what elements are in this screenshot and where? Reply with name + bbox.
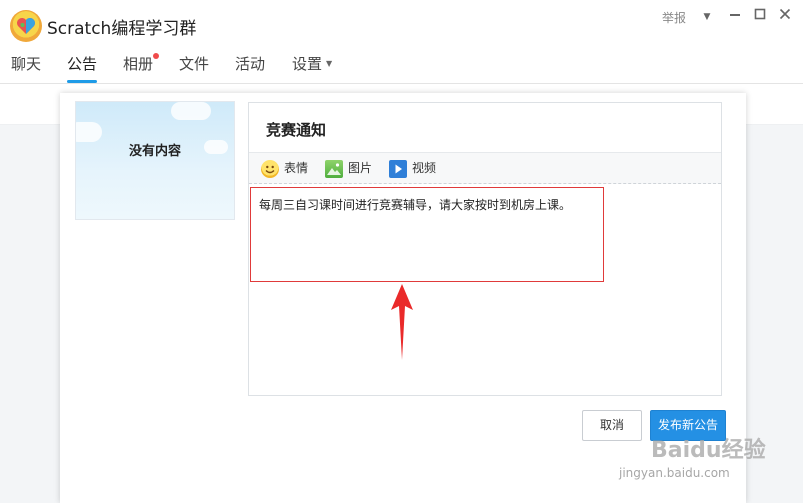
emoji-button[interactable]: 表情 xyxy=(261,159,309,178)
annotation-arrow-icon xyxy=(391,284,413,360)
image-icon xyxy=(325,159,343,178)
tab-chat[interactable]: 聊天 xyxy=(11,53,41,83)
watermark-logo: Baidu经验 xyxy=(651,438,766,463)
tab-album[interactable]: 相册 xyxy=(123,53,160,83)
title-bar: Scratch编程学习群 举报 ▼ xyxy=(0,0,803,50)
video-icon xyxy=(389,159,407,178)
highlight-box xyxy=(250,187,604,282)
group-avatar-icon xyxy=(10,10,42,42)
cloud-decoration xyxy=(171,102,211,120)
window-title: Scratch编程学习群 xyxy=(47,19,197,39)
announcement-preview-card[interactable]: 没有内容 xyxy=(75,101,235,220)
minimize-icon[interactable] xyxy=(725,7,745,27)
cloud-decoration xyxy=(76,122,102,142)
emoji-label: 表情 xyxy=(284,161,309,175)
chevron-down-icon[interactable]: ▼ xyxy=(697,7,717,27)
empty-state-text: 没有内容 xyxy=(128,144,181,159)
tab-bar: 聊天 公告 相册 文件 活动 设置 ▼ xyxy=(0,50,803,84)
tab-files[interactable]: 文件 xyxy=(179,53,209,83)
maximize-icon[interactable] xyxy=(750,7,770,27)
announcement-title-input[interactable]: 竞赛通知 xyxy=(266,119,326,140)
tab-label: 相册 xyxy=(123,55,154,73)
tab-activity[interactable]: 活动 xyxy=(235,53,265,83)
tab-label: 公告 xyxy=(67,55,98,73)
tab-settings[interactable]: 设置 ▼ xyxy=(292,53,332,83)
image-button[interactable]: 图片 xyxy=(325,159,373,178)
emoji-icon xyxy=(261,159,279,178)
editor-toolbar: 表情 图片 视频 xyxy=(249,152,721,184)
video-button[interactable]: 视频 xyxy=(389,159,437,178)
caret-down-icon: ▼ xyxy=(326,59,333,68)
tab-announcement[interactable]: 公告 xyxy=(67,53,98,83)
watermark: Baidu经验 jingyan.baidu.com xyxy=(615,428,775,490)
report-link[interactable]: 举报 xyxy=(662,9,686,26)
image-label: 图片 xyxy=(348,161,373,175)
video-label: 视频 xyxy=(412,161,437,175)
watermark-url: jingyan.baidu.com xyxy=(619,466,730,480)
close-icon[interactable] xyxy=(775,7,795,27)
tab-label: 设置 xyxy=(292,55,323,73)
notification-dot xyxy=(153,53,160,59)
